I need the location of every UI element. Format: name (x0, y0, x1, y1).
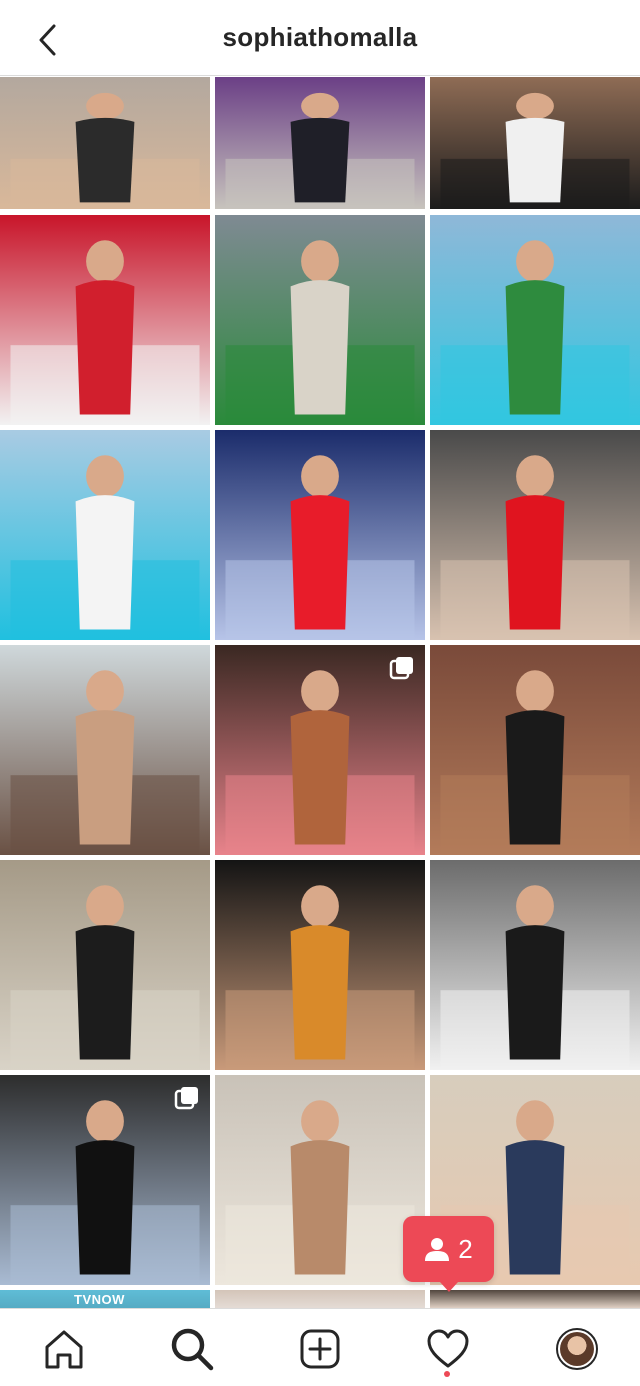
header: sophiathomalla (0, 0, 640, 76)
multiple-posts-icon (389, 655, 415, 681)
activity-dot (444, 1371, 450, 1377)
post-6-thumbnail[interactable] (430, 215, 640, 425)
follow-notification-bubble[interactable]: 2 (403, 1216, 494, 1292)
photo-image (430, 1290, 640, 1308)
posts-grid: TVNOW (0, 77, 640, 1308)
post-1-thumbnail[interactable] (0, 77, 210, 209)
nav-search[interactable] (170, 1327, 214, 1371)
post-5-thumbnail[interactable] (215, 215, 425, 425)
photo-image (215, 1075, 425, 1285)
back-button[interactable] (28, 20, 68, 60)
nav-home[interactable] (42, 1327, 86, 1371)
post-19-thumbnail[interactable]: TVNOW (0, 1290, 210, 1308)
photo-image (430, 77, 640, 209)
photo-image (430, 860, 640, 1070)
nav-new-post[interactable] (298, 1327, 342, 1371)
person-icon (425, 1238, 450, 1261)
post-15-thumbnail[interactable] (430, 860, 640, 1070)
photo-image (215, 860, 425, 1070)
app-root: sophiathomalla TVNOW 2 (0, 0, 640, 1386)
post-8-thumbnail[interactable] (215, 430, 425, 640)
photo-image (430, 430, 640, 640)
bottom-nav (0, 1308, 640, 1386)
plus-square-icon (300, 1329, 340, 1369)
post-12-thumbnail[interactable] (430, 645, 640, 855)
avatar-image (560, 1332, 594, 1366)
multiple-posts-icon (174, 1085, 200, 1111)
post-16-thumbnail[interactable] (0, 1075, 210, 1285)
photo-image (430, 215, 640, 425)
heart-icon (427, 1329, 469, 1368)
photo-image (0, 77, 210, 209)
post-7-thumbnail[interactable] (0, 430, 210, 640)
photo-image (0, 860, 210, 1070)
post-21-thumbnail[interactable] (430, 1290, 640, 1308)
photo-image (0, 215, 210, 425)
post-4-thumbnail[interactable] (0, 215, 210, 425)
photo-image (0, 645, 210, 855)
photo-image (215, 1290, 425, 1308)
photo-image (0, 430, 210, 640)
photo-image (430, 645, 640, 855)
photo-image (215, 430, 425, 640)
home-icon (45, 1330, 83, 1369)
profile-username: sophiathomalla (222, 22, 418, 52)
post-14-thumbnail[interactable] (215, 860, 425, 1070)
post-17-thumbnail[interactable] (215, 1075, 425, 1285)
search-icon (171, 1328, 214, 1371)
post-9-thumbnail[interactable] (430, 430, 640, 640)
photo-image (215, 77, 425, 209)
post-20-thumbnail[interactable] (215, 1290, 425, 1308)
nav-activity[interactable] (426, 1327, 470, 1371)
post-13-thumbnail[interactable] (0, 860, 210, 1070)
post-11-thumbnail[interactable] (215, 645, 425, 855)
chevron-left-icon (39, 24, 56, 56)
photo-image (215, 215, 425, 425)
post-3-thumbnail[interactable] (430, 77, 640, 209)
notification-count: 2 (458, 1233, 473, 1264)
tvnow-logo-text: TVNOW (74, 1292, 125, 1307)
post-2-thumbnail[interactable] (215, 77, 425, 209)
post-10-thumbnail[interactable] (0, 645, 210, 855)
nav-profile-avatar[interactable] (556, 1328, 598, 1370)
